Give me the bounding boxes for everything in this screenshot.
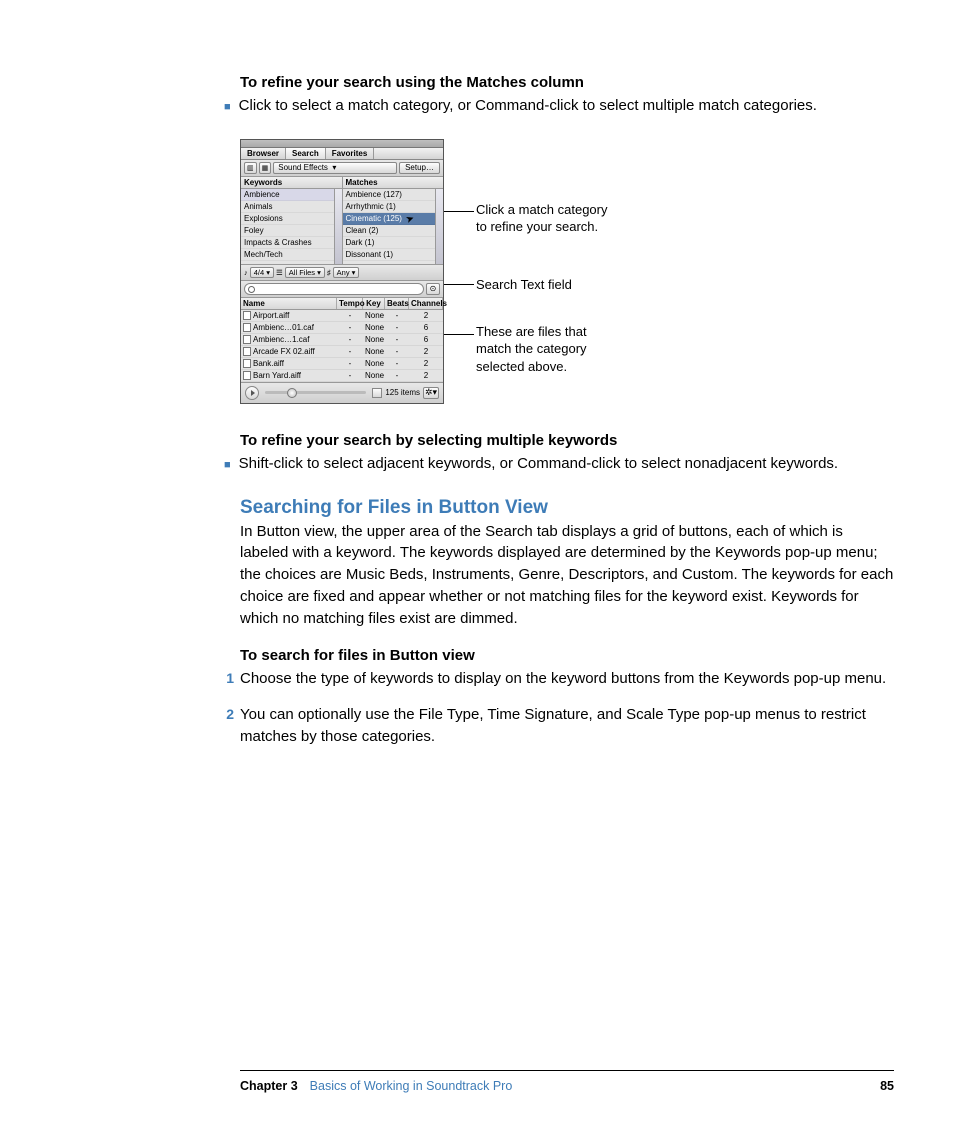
heading-search-button-view: To search for files in Button view bbox=[240, 647, 894, 664]
scale-popup[interactable]: Any ▾ bbox=[333, 267, 360, 278]
match-item[interactable]: Clean (2) bbox=[343, 225, 444, 237]
th-beats[interactable]: Beats bbox=[385, 298, 409, 309]
callout-match-category-b: to refine your search. bbox=[476, 218, 608, 236]
page-number: 85 bbox=[880, 1079, 894, 1093]
go-button[interactable]: ⊙ bbox=[426, 283, 440, 295]
button-view-paragraph: In Button view, the upper area of the Se… bbox=[240, 521, 894, 630]
callout-files-a: These are files that bbox=[476, 323, 587, 341]
match-item[interactable]: Dark (1) bbox=[343, 237, 444, 249]
callout-match-category: Click a match category bbox=[476, 201, 608, 219]
file-icon bbox=[243, 371, 251, 380]
step-1-text: Choose the type of keywords to display o… bbox=[240, 668, 886, 690]
section-title-button-view: Searching for Files in Button View bbox=[240, 497, 894, 519]
th-channels[interactable]: Channels bbox=[409, 298, 443, 309]
bullet-text-2: Shift-click to select adjacent keywords,… bbox=[239, 453, 838, 475]
table-row[interactable]: Ambienc…01.caf-None-6 bbox=[241, 322, 443, 334]
table-row[interactable]: Barn Yard.aiff-None-2 bbox=[241, 370, 443, 382]
tab-browser[interactable]: Browser bbox=[241, 148, 286, 159]
file-icon bbox=[243, 323, 251, 332]
th-tempo[interactable]: Tempo bbox=[337, 298, 363, 309]
file-icon bbox=[243, 311, 251, 320]
keyword-item[interactable]: Explosions bbox=[241, 213, 342, 225]
page-footer: Chapter 3 Basics of Working in Soundtrac… bbox=[240, 1070, 894, 1093]
step-2-text: You can optionally use the File Type, Ti… bbox=[240, 704, 894, 748]
filter-row: ♪ 4/4 ▾ ☰ All Files ▾ ♯ Any ▾ bbox=[241, 265, 443, 281]
match-item[interactable]: Dissonant (1) bbox=[343, 249, 444, 261]
keywords-head: Keywords bbox=[241, 177, 342, 189]
keyword-item[interactable]: Animals bbox=[241, 201, 342, 213]
file-type-popup[interactable]: All Files ▾ bbox=[285, 267, 325, 278]
th-name[interactable]: Name bbox=[241, 298, 337, 309]
file-icon bbox=[243, 347, 251, 356]
file-icon bbox=[243, 359, 251, 368]
keyword-item[interactable]: Impacts & Crashes bbox=[241, 237, 342, 249]
keyword-item[interactable]: Mech/Tech bbox=[241, 249, 342, 261]
file-icon bbox=[243, 335, 251, 344]
bullet-icon: ■ bbox=[224, 100, 231, 116]
bullet-icon: ■ bbox=[224, 458, 231, 474]
bullet-text-1: Click to select a match category, or Com… bbox=[239, 95, 817, 117]
tab-favorites[interactable]: Favorites bbox=[326, 148, 375, 159]
chapter-title: Basics of Working in Soundtrack Pro bbox=[310, 1079, 513, 1093]
view-button-button[interactable]: ▦ bbox=[259, 162, 272, 174]
scrollbar[interactable] bbox=[334, 189, 342, 264]
bottom-bar: 125 items ✲▾ bbox=[241, 382, 443, 403]
table-row[interactable]: Airport.aiff-None-2 bbox=[241, 310, 443, 322]
bullet-row-2: ■ Shift-click to select adjacent keyword… bbox=[224, 453, 894, 475]
table-head: Name Tempo Key Beats Channels bbox=[241, 298, 443, 310]
gear-button[interactable]: ✲▾ bbox=[423, 387, 439, 399]
scrollbar[interactable] bbox=[435, 189, 443, 264]
match-item[interactable]: Ambience (127) bbox=[343, 189, 444, 201]
tab-search[interactable]: Search bbox=[286, 148, 326, 159]
keyword-item[interactable]: Foley bbox=[241, 225, 342, 237]
titlebar bbox=[241, 140, 443, 148]
step-number: 2 bbox=[220, 704, 234, 724]
search-text-field[interactable] bbox=[244, 283, 424, 295]
table-row[interactable]: Arcade FX 02.aiff-None-2 bbox=[241, 346, 443, 358]
table-body: Airport.aiff-None-2 Ambienc…01.caf-None-… bbox=[241, 310, 443, 382]
file-type-icon: ☰ bbox=[276, 268, 283, 277]
play-button[interactable] bbox=[245, 386, 259, 400]
time-sig-icon: ♪ bbox=[244, 268, 248, 277]
toolbar: ▥ ▦ Sound Effects ▾ Setup… bbox=[241, 160, 443, 177]
step-1: 1 Choose the type of keywords to display… bbox=[220, 668, 894, 690]
items-count: 125 items bbox=[385, 388, 420, 397]
table-row[interactable]: Ambienc…1.caf-None-6 bbox=[241, 334, 443, 346]
match-item[interactable]: Arrhythmic (1) bbox=[343, 201, 444, 213]
volume-icon bbox=[372, 388, 382, 398]
keywords-column: Keywords Ambience Animals Explosions Fol… bbox=[241, 177, 343, 264]
heading-refine-keywords: To refine your search by selecting multi… bbox=[240, 432, 894, 449]
matches-head: Matches bbox=[343, 177, 444, 189]
tabs-row: Browser Search Favorites bbox=[241, 148, 443, 160]
step-2: 2 You can optionally use the File Type, … bbox=[220, 704, 894, 748]
keywords-popup[interactable]: Sound Effects ▾ bbox=[273, 162, 397, 174]
bullet-row-1: ■ Click to select a match category, or C… bbox=[224, 95, 894, 117]
callout-files-b: match the category bbox=[476, 340, 587, 358]
th-key[interactable]: Key bbox=[363, 298, 385, 309]
table-row[interactable]: Bank.aiff-None-2 bbox=[241, 358, 443, 370]
keyword-item[interactable]: Ambience bbox=[241, 189, 342, 201]
time-sig-popup[interactable]: 4/4 ▾ bbox=[250, 267, 274, 278]
callout-files-c: selected above. bbox=[476, 358, 587, 376]
step-number: 1 bbox=[220, 668, 234, 688]
search-row: ⊙ bbox=[241, 281, 443, 298]
search-panel: Browser Search Favorites ▥ ▦ Sound Effec… bbox=[240, 139, 444, 404]
volume-slider[interactable] bbox=[265, 391, 366, 394]
matches-column: Matches Ambience (127) Arrhythmic (1) Ci… bbox=[343, 177, 444, 264]
chapter-label: Chapter 3 bbox=[240, 1079, 298, 1093]
heading-refine-matches: To refine your search using the Matches … bbox=[240, 74, 894, 91]
callout-search-field: Search Text field bbox=[476, 276, 572, 294]
scale-icon: ♯ bbox=[327, 268, 331, 277]
view-column-button[interactable]: ▥ bbox=[244, 162, 257, 174]
setup-button[interactable]: Setup… bbox=[399, 162, 440, 174]
figure-wrap: Browser Search Favorites ▥ ▦ Sound Effec… bbox=[240, 139, 894, 404]
match-item-selected[interactable]: Cinematic (125) ➤ bbox=[343, 213, 444, 225]
